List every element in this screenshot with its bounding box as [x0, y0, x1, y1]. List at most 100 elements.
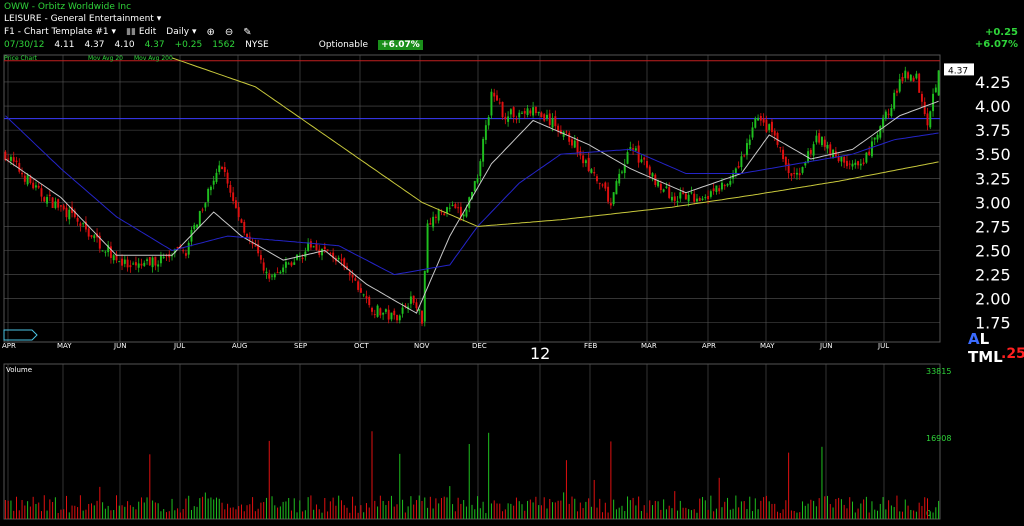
candle-body	[68, 209, 71, 220]
candle-body	[104, 251, 107, 253]
candle-body	[723, 185, 726, 187]
month-label: MAR	[641, 342, 657, 350]
candle-body	[482, 138, 485, 162]
candle-body	[401, 307, 404, 314]
candle-body	[129, 265, 132, 268]
candle-body	[865, 152, 868, 163]
candle-body	[243, 222, 246, 233]
candle-body	[351, 274, 354, 278]
candle-body	[443, 213, 446, 216]
candle-body	[818, 133, 821, 143]
volume-panel: Volume 33815169080	[3, 363, 951, 520]
candle-body	[148, 256, 151, 266]
candle-body	[584, 160, 587, 164]
candle-body	[123, 259, 126, 264]
candle-body	[7, 158, 10, 160]
candle-body	[34, 185, 37, 188]
price-chart[interactable]: 1.752.002.252.502.753.003.253.503.754.00…	[0, 0, 1024, 526]
candle-body	[604, 182, 607, 189]
candle-body	[690, 192, 693, 194]
candle-body	[507, 116, 510, 122]
candle-body	[282, 267, 285, 273]
candle-body	[882, 117, 885, 128]
candle-body	[59, 205, 62, 207]
candle-body	[457, 207, 460, 209]
candle-body	[312, 246, 315, 248]
price-tick-label: 3.75	[975, 121, 1011, 140]
candle-body	[9, 156, 12, 161]
candle-body	[473, 181, 476, 192]
candle-body	[671, 196, 673, 201]
candle-body	[759, 116, 762, 121]
candle-body	[521, 112, 523, 114]
month-label: DEC	[472, 342, 487, 350]
candle-body	[518, 112, 521, 118]
candle-body	[57, 199, 60, 208]
candle-body	[618, 173, 621, 184]
candle-body	[201, 209, 204, 211]
candle-body	[262, 262, 265, 271]
candle-body	[221, 167, 224, 170]
candle-body	[182, 250, 185, 252]
candle-body	[287, 263, 290, 265]
price-tick-label: 3.00	[975, 193, 1011, 212]
candle-body	[829, 144, 832, 156]
candle-body	[612, 192, 615, 205]
legend-ma20: Mov Avg 20	[88, 55, 123, 62]
candle-body	[215, 172, 218, 182]
candle-body	[773, 130, 776, 136]
candle-body	[293, 262, 296, 265]
candle-body	[198, 211, 201, 227]
candle-body	[379, 308, 382, 316]
candle-body	[726, 184, 729, 186]
candle-body	[884, 111, 887, 119]
candle-body	[357, 281, 360, 290]
candle-body	[48, 194, 51, 196]
candle-body	[770, 121, 773, 132]
candle-body	[487, 117, 490, 126]
candle-body	[126, 259, 129, 268]
candle-body	[879, 126, 882, 138]
candle-body	[271, 275, 273, 277]
candle-body	[279, 272, 282, 274]
candle-body	[709, 191, 712, 197]
ma20-line	[5, 100, 939, 314]
candle-body	[387, 309, 390, 320]
candle-body	[801, 167, 804, 173]
candle-body	[912, 77, 915, 82]
candle-body	[907, 72, 910, 79]
candle-body	[762, 118, 765, 123]
candle-body	[743, 155, 746, 157]
timeframe-a[interactable]: A	[968, 330, 980, 348]
candle-body	[268, 273, 271, 279]
candle-body	[745, 143, 748, 156]
candle-body	[876, 134, 879, 140]
candle-body	[870, 141, 873, 157]
candle-body	[304, 251, 307, 258]
candle-body	[768, 124, 771, 130]
candle-body	[826, 144, 829, 149]
candle-body	[790, 173, 793, 176]
candle-body	[554, 116, 557, 127]
scroll-handle	[3, 329, 38, 341]
candle-body	[76, 217, 79, 222]
candle-body	[232, 192, 235, 202]
volume-tick-label: 33815	[926, 367, 951, 376]
candle-body	[823, 139, 826, 147]
candle-body	[573, 140, 576, 148]
candle-body	[782, 149, 785, 160]
candle-body	[390, 312, 393, 320]
candle-body	[484, 125, 487, 140]
candle-body	[857, 161, 860, 166]
candle-body	[859, 163, 862, 166]
month-label: AUG	[232, 342, 247, 350]
candle-body	[326, 249, 329, 251]
candle-body	[698, 197, 701, 202]
candle-body	[587, 157, 590, 172]
price-tick-label: 2.50	[975, 242, 1011, 261]
candle-body	[529, 110, 532, 114]
candle-body	[676, 201, 679, 203]
volume-tick-label: 16908	[926, 434, 951, 443]
candle-body	[354, 278, 357, 281]
candle-body	[490, 91, 493, 116]
